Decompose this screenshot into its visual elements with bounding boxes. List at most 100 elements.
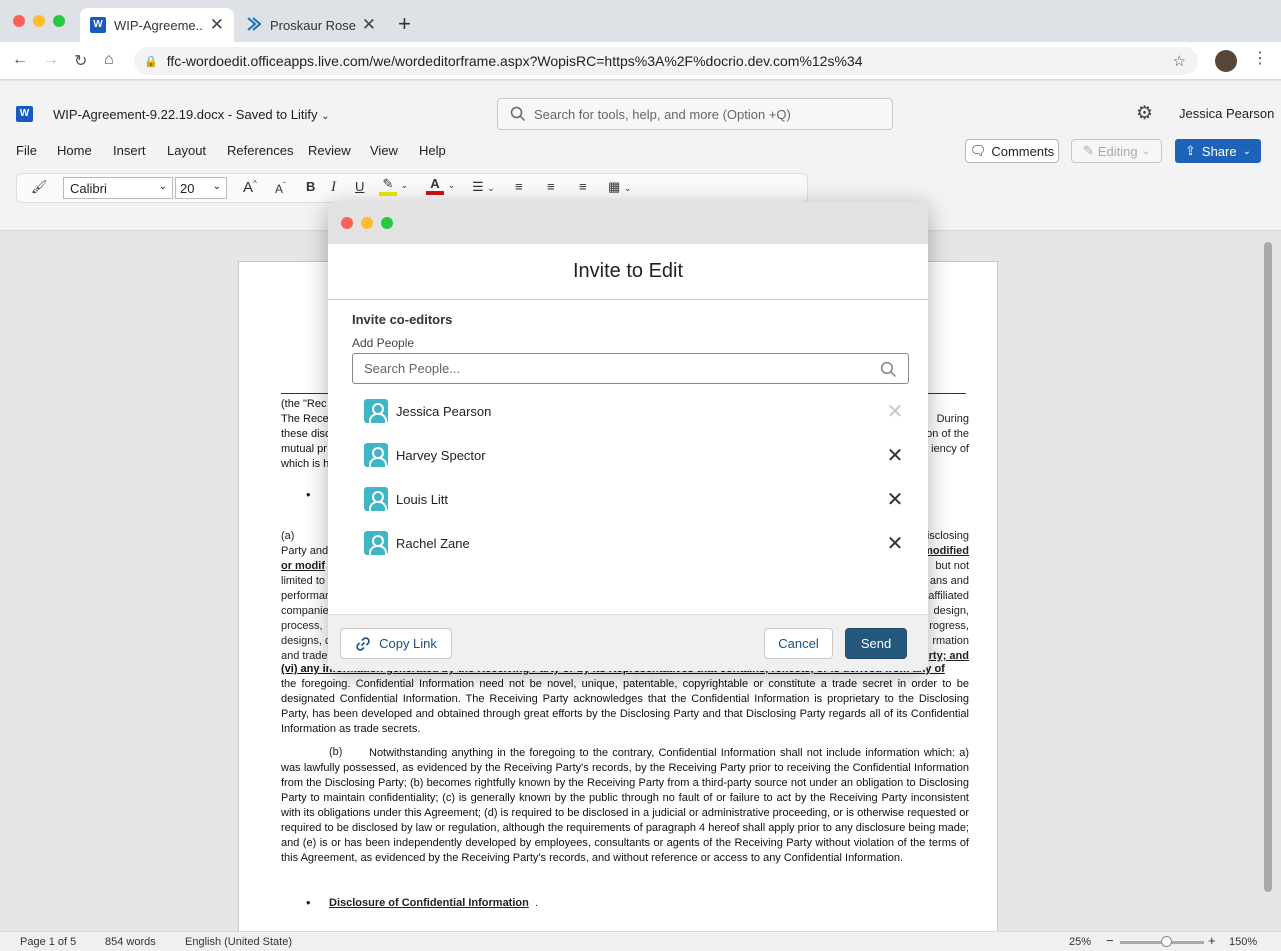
scrollbar-thumb[interactable]: [1264, 242, 1272, 892]
remove-close-icon[interactable]: ✕: [885, 533, 905, 555]
align-center-icon[interactable]: ≡: [547, 179, 555, 194]
bullets-icon[interactable]: ☰ ⌄: [472, 179, 495, 195]
dialog-close-dot[interactable]: [341, 217, 353, 229]
back-icon[interactable]: ←: [12, 51, 28, 69]
forward-icon[interactable]: →: [43, 51, 59, 69]
bold-icon[interactable]: B: [306, 179, 315, 194]
copy-link-button[interactable]: Copy Link: [340, 628, 452, 659]
italic-icon[interactable]: I: [331, 179, 336, 196]
font-select[interactable]: Calibri ⌄: [63, 177, 173, 199]
align-left-icon[interactable]: ≡: [515, 179, 523, 194]
window-close-dot[interactable]: [13, 15, 25, 27]
dialog-titlebar: [328, 202, 928, 244]
align-right-icon[interactable]: ≡: [579, 179, 587, 194]
person-row: Harvey Spector ✕: [364, 442, 909, 468]
lock-icon: 🔒: [144, 55, 158, 68]
comments-button[interactable]: 🗨 Comments: [965, 139, 1059, 163]
zoom-out-icon[interactable]: −: [1106, 933, 1114, 948]
dialog-title: Invite to Edit: [328, 244, 928, 300]
user-avatar-icon: [364, 443, 388, 467]
user-name[interactable]: Jessica Pearson: [1179, 106, 1274, 121]
comment-icon: 🗨: [969, 143, 987, 158]
send-label: Send: [860, 636, 892, 651]
person-name: Louis Litt: [396, 491, 449, 507]
period: .: [535, 897, 539, 909]
chevron-down-icon: ⌄: [158, 181, 167, 192]
font-size-select[interactable]: 20 ⌄: [175, 177, 227, 199]
remove-close-icon[interactable]: ✕: [885, 445, 905, 467]
remove-close-icon[interactable]: ✕: [885, 489, 905, 511]
comments-label: Comments: [991, 143, 1055, 159]
menu-references[interactable]: References: [227, 143, 293, 158]
more-icon[interactable]: ⋮: [1252, 48, 1268, 68]
zoom-slider-thumb[interactable]: [1161, 936, 1172, 947]
new-tab-icon[interactable]: +: [398, 11, 411, 37]
menu-review[interactable]: Review: [308, 143, 351, 158]
format-painter-icon[interactable]: 🖌: [31, 179, 48, 195]
search-icon: [510, 106, 526, 122]
menu-file[interactable]: File: [16, 143, 37, 158]
remove-close-icon: ✕: [886, 400, 904, 423]
dialog-zoom-dot[interactable]: [381, 217, 393, 229]
url-field[interactable]: 🔒 ffc-wordoedit.officeapps.live.com/we/w…: [134, 47, 1198, 75]
editing-button[interactable]: ✎ Editing ⌄: [1071, 139, 1162, 163]
zoom-min-label: 25%: [1069, 936, 1092, 948]
share-icon: ⇪: [1185, 143, 1196, 158]
home-ribbon: 🖌 Calibri ⌄ 20 ⌄ A^ Aˇ B I U ✎ ⌄ A ⌄ ☰ ⌄ ≡…: [16, 173, 808, 203]
shrink-font-icon[interactable]: Aˇ: [275, 181, 286, 196]
reload-icon[interactable]: ↻: [74, 51, 87, 71]
user-avatar-icon: [364, 399, 388, 423]
share-button[interactable]: ⇪ Share ⌄: [1175, 139, 1261, 163]
settings-gear-icon[interactable]: ⚙: [1136, 102, 1153, 125]
menu-help[interactable]: Help: [419, 143, 446, 158]
window-minimize-dot[interactable]: [33, 15, 45, 27]
menu-insert[interactable]: Insert: [113, 143, 146, 158]
tab-word-document[interactable]: W WIP-Agreeme... ✕: [80, 8, 234, 42]
person-row: Rachel Zane ✕: [364, 530, 909, 556]
pencil-icon: ✎: [1082, 143, 1094, 158]
profile-avatar[interactable]: [1215, 50, 1237, 72]
tab-title: WIP-Agreeme...: [114, 17, 204, 33]
zoom-level[interactable]: 150%: [1229, 936, 1257, 948]
font-size-value: 20: [180, 181, 195, 196]
window-zoom-dot[interactable]: [53, 15, 65, 27]
page-count: Page 1 of 5: [20, 936, 77, 948]
search-icon[interactable]: [880, 361, 897, 378]
home-icon[interactable]: ⌂: [104, 51, 114, 69]
star-icon[interactable]: ☆: [1173, 52, 1186, 70]
document-filename[interactable]: WIP-Agreement-9.22.19.docx - Saved to Li…: [53, 107, 329, 122]
bullet-dot: •: [306, 487, 311, 502]
font-value: Calibri: [70, 181, 107, 196]
para-b-text: Notwithstanding anything in the foregoin…: [281, 747, 969, 864]
send-button[interactable]: Send: [845, 628, 907, 659]
close-icon[interactable]: ✕: [362, 15, 376, 35]
borders-icon[interactable]: ▦ ⌄: [608, 179, 631, 195]
menu-layout[interactable]: Layout: [167, 143, 206, 158]
close-icon[interactable]: ✕: [210, 15, 224, 35]
font-color-icon[interactable]: A ⌄: [426, 176, 455, 195]
user-avatar-icon: [364, 531, 388, 555]
underline-icon[interactable]: U: [355, 179, 364, 194]
person-name: Jessica Pearson: [396, 403, 492, 419]
word-logo-icon: W: [16, 106, 33, 122]
menu-home[interactable]: Home: [57, 143, 92, 158]
browser-tabstrip: W WIP-Agreeme... ✕ Proskaur Rose ✕ +: [0, 0, 1281, 42]
highlight-icon[interactable]: ✎ ⌄: [379, 176, 408, 196]
para-foregoing: the foregoing. Confidential Information …: [281, 678, 969, 735]
invite-to-edit-dialog: Invite to Edit Invite co-editors Add Peo…: [328, 202, 928, 671]
tab-proskaur-rose[interactable]: Proskaur Rose ✕: [236, 8, 386, 42]
dialog-minimize-dot[interactable]: [361, 217, 373, 229]
menu-view[interactable]: View: [370, 143, 398, 158]
word-search-box[interactable]: Search for tools, help, and more (Option…: [497, 98, 893, 130]
cancel-label: Cancel: [778, 636, 819, 651]
language[interactable]: English (United State): [185, 936, 292, 948]
people-search-input[interactable]: [353, 354, 853, 383]
chevron-down-icon: ⌄: [212, 181, 221, 192]
person-row: Louis Litt ✕: [364, 486, 909, 512]
chevron-down-icon: ⌄: [1141, 145, 1151, 157]
zoom-in-icon[interactable]: +: [1208, 933, 1216, 948]
person-name: Harvey Spector: [396, 447, 486, 463]
filename-text: WIP-Agreement-9.22.19.docx - Saved to Li…: [53, 107, 318, 122]
cancel-button[interactable]: Cancel: [764, 628, 833, 659]
grow-font-icon[interactable]: A^: [243, 179, 257, 196]
